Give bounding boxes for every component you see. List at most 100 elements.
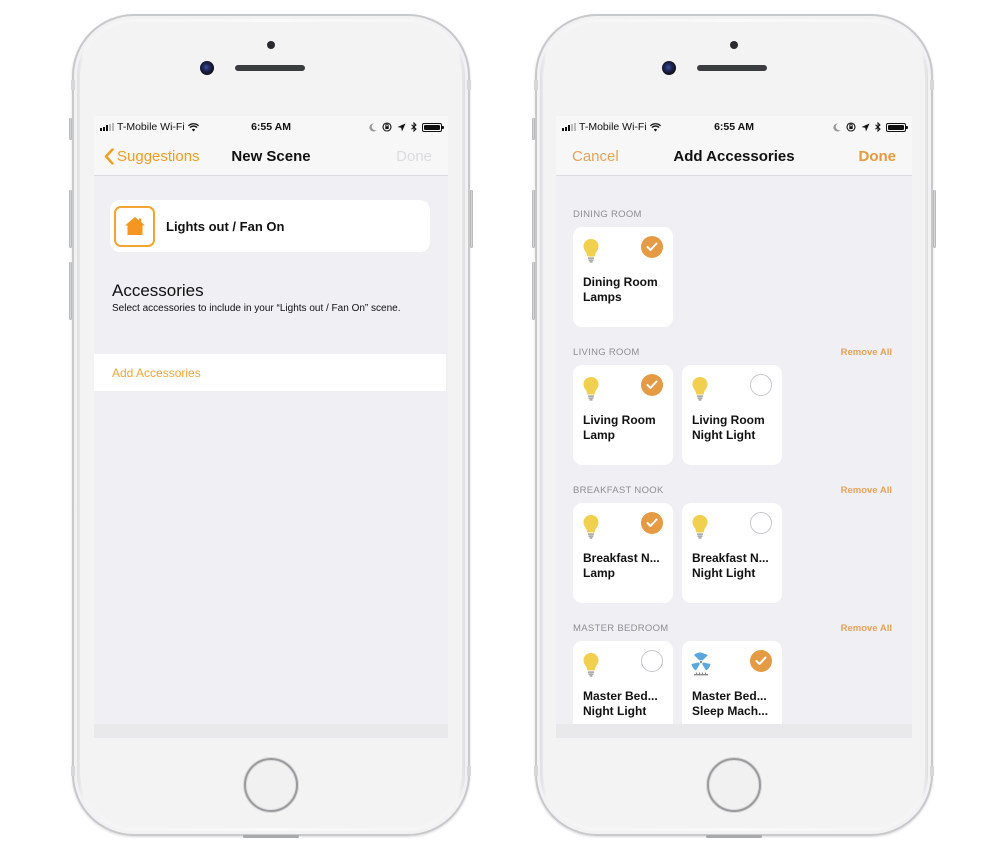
scene-name-card[interactable]: Lights out / Fan On xyxy=(110,200,430,252)
power-button[interactable] xyxy=(470,190,473,248)
proximity-sensor xyxy=(267,41,275,49)
accessory-name-line2: Lamp xyxy=(583,428,616,442)
volume-down-button[interactable] xyxy=(532,262,535,320)
carrier-label: T-Mobile Wi-Fi xyxy=(579,121,647,133)
proximity-sensor xyxy=(730,41,738,49)
remove-all-button[interactable]: Remove All xyxy=(841,485,892,496)
room-header: LIVING ROOM Remove All xyxy=(556,345,912,359)
accessory-name-line1: Master Bed... xyxy=(692,689,767,703)
accessory-name-line1: Breakfast N... xyxy=(692,551,769,565)
bluetooth-icon xyxy=(411,122,417,132)
room-header: DINING ROOM xyxy=(556,207,912,221)
done-button[interactable]: Done xyxy=(859,148,897,165)
earpiece-speaker xyxy=(235,65,305,71)
accessory-grid: Dining Room Lamps xyxy=(556,227,912,327)
antenna-line xyxy=(467,766,471,776)
accessory-name-line2: Night Light xyxy=(692,566,756,580)
accessories-heading: Accessories xyxy=(112,281,204,300)
room-name: LIVING ROOM xyxy=(573,346,640,358)
accessory-tile[interactable]: Living Room Night Light xyxy=(682,365,782,465)
scene-icon-button[interactable] xyxy=(114,205,155,247)
add-accessories-label: Add Accessories xyxy=(112,365,201,380)
screen-bottom-edge xyxy=(94,724,448,738)
signal-icon xyxy=(562,123,576,131)
mute-switch[interactable] xyxy=(69,118,72,140)
room-header: MASTER BEDROOM Remove All xyxy=(556,621,912,635)
screen-bottom-edge xyxy=(556,724,912,738)
screen-new-scene: T-Mobile Wi-Fi 6:55 AM Suggestions New S… xyxy=(94,116,448,738)
battery-icon xyxy=(886,122,908,132)
fan-icon xyxy=(690,652,712,678)
add-accessories-button[interactable]: Add Accessories xyxy=(94,354,446,391)
battery-icon xyxy=(422,122,444,132)
accessory-name: Master Bed... Sleep Mach... xyxy=(692,689,776,719)
bluetooth-icon xyxy=(875,122,881,132)
navigation-bar: Suggestions New Scene Done xyxy=(94,138,448,176)
lightbulb-icon xyxy=(582,238,600,264)
location-icon xyxy=(861,123,870,131)
accessory-name: Living Room Night Light xyxy=(692,413,776,443)
status-bar: T-Mobile Wi-Fi 6:55 AM xyxy=(556,116,912,138)
volume-up-button[interactable] xyxy=(69,190,72,248)
checkmark-selected-icon[interactable] xyxy=(750,650,772,672)
antenna-line xyxy=(71,80,75,90)
accessory-name-line2: Lamp xyxy=(583,566,616,580)
accessory-name-line1: Living Room xyxy=(583,413,656,427)
checkmark-unselected-icon[interactable] xyxy=(750,374,772,396)
earpiece-speaker xyxy=(697,65,767,71)
home-button[interactable] xyxy=(707,758,761,812)
volume-up-button[interactable] xyxy=(532,190,535,248)
phone-left: T-Mobile Wi-Fi 6:55 AM Suggestions New S… xyxy=(69,14,473,838)
antenna-line xyxy=(71,766,75,776)
room-name: MASTER BEDROOM xyxy=(573,622,669,634)
room-section: BREAKFAST NOOK Remove All Breakfast N... La… xyxy=(556,483,912,603)
accessory-tile[interactable]: Dining Room Lamps xyxy=(573,227,673,327)
accessory-name-line2: Night Light xyxy=(692,428,756,442)
carrier-label: T-Mobile Wi-Fi xyxy=(117,121,185,133)
accessory-tile[interactable]: Breakfast N... Night Light xyxy=(682,503,782,603)
antenna-line xyxy=(930,80,934,90)
lightbulb-icon xyxy=(582,376,600,402)
checkmark-selected-icon[interactable] xyxy=(641,374,663,396)
remove-all-button[interactable]: Remove All xyxy=(841,623,892,634)
cancel-button[interactable]: Cancel xyxy=(572,148,619,165)
front-camera xyxy=(662,61,676,75)
lightbulb-icon xyxy=(691,514,709,540)
accessory-name: Master Bed... Night Light xyxy=(583,689,667,719)
accessory-tile[interactable]: Breakfast N... Lamp xyxy=(573,503,673,603)
accessory-grid: Living Room Lamp Living Room Night Light xyxy=(556,365,912,465)
volume-down-button[interactable] xyxy=(69,262,72,320)
antenna-line xyxy=(534,80,538,90)
antenna-line xyxy=(930,766,934,776)
accessory-grid: Breakfast N... Lamp Breakfast N... Night Li… xyxy=(556,503,912,603)
status-bar: T-Mobile Wi-Fi 6:55 AM xyxy=(94,116,448,138)
status-time: 6:55 AM xyxy=(714,121,754,133)
page-title: Add Accessories xyxy=(673,148,795,165)
screen-add-accessories: T-Mobile Wi-Fi 6:55 AM Cancel Add Access… xyxy=(556,116,912,738)
checkmark-unselected-icon[interactable] xyxy=(750,512,772,534)
remove-all-button[interactable]: Remove All xyxy=(841,347,892,358)
room-header: BREAKFAST NOOK Remove All xyxy=(556,483,912,497)
navigation-bar: Cancel Add Accessories Done xyxy=(556,138,912,176)
checkmark-selected-icon[interactable] xyxy=(641,512,663,534)
accessory-name-line2: Lamps xyxy=(583,290,622,304)
room-name: DINING ROOM xyxy=(573,208,642,220)
checkmark-unselected-icon[interactable] xyxy=(641,650,663,672)
checkmark-selected-icon[interactable] xyxy=(641,236,663,258)
status-time: 6:55 AM xyxy=(251,121,291,133)
scene-name[interactable]: Lights out / Fan On xyxy=(166,219,284,234)
accessory-name: Living Room Lamp xyxy=(583,413,667,443)
done-button[interactable]: Done xyxy=(396,148,432,165)
wifi-icon xyxy=(187,122,199,131)
mute-switch[interactable] xyxy=(532,118,535,140)
back-button-label: Suggestions xyxy=(117,148,200,165)
accessory-name: Breakfast N... Lamp xyxy=(583,551,667,581)
lightbulb-icon xyxy=(691,376,709,402)
room-name: BREAKFAST NOOK xyxy=(573,484,664,496)
accessory-tile[interactable]: Living Room Lamp xyxy=(573,365,673,465)
home-button[interactable] xyxy=(244,758,298,812)
back-button[interactable]: Suggestions xyxy=(104,148,200,165)
accessory-name-line2: Sleep Mach... xyxy=(692,704,769,718)
moon-icon xyxy=(833,122,841,131)
power-button[interactable] xyxy=(933,190,936,248)
